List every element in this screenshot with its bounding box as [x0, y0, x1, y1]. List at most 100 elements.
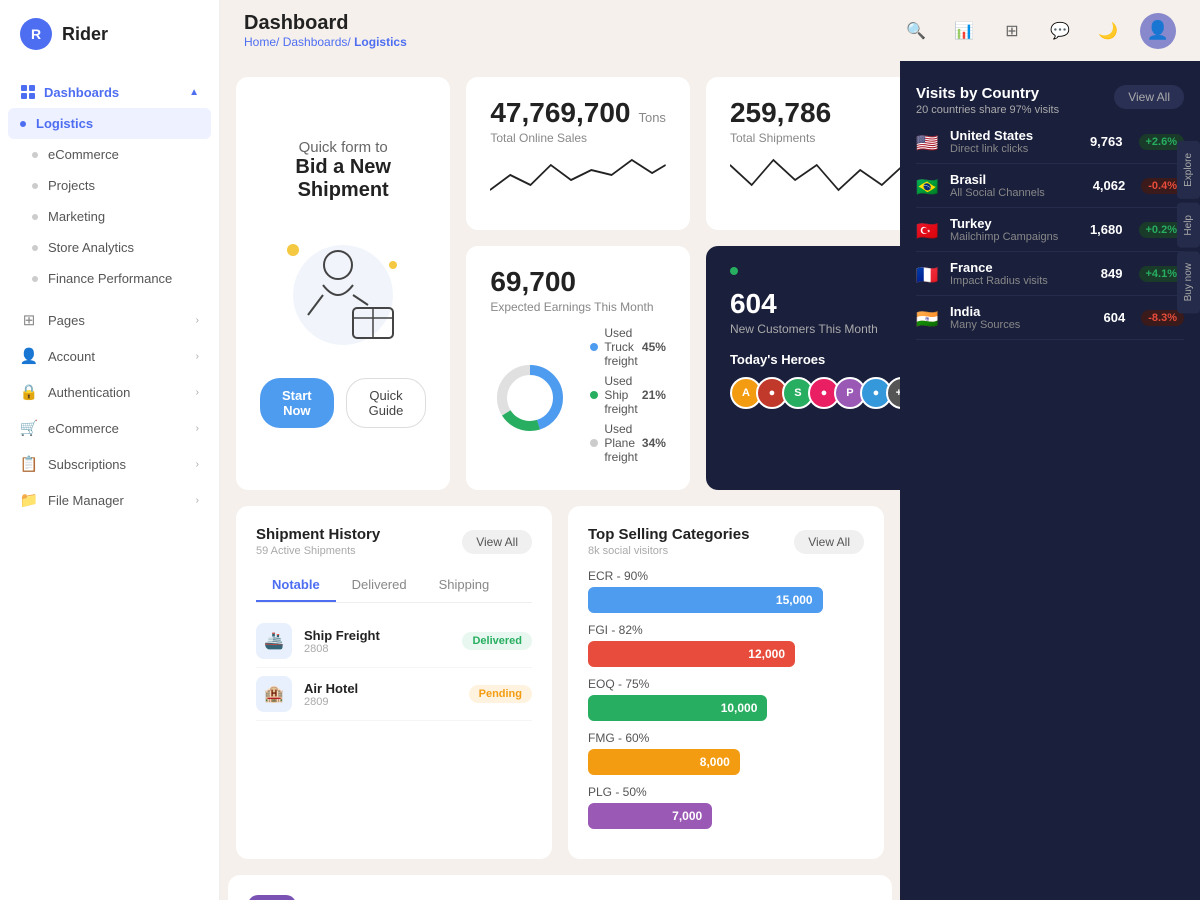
countries-subtitle: 20 countries share 97% visits	[916, 104, 1059, 116]
sidebar-item-ecommerce[interactable]: eCommerce	[0, 139, 219, 170]
countries-view-all-button[interactable]: View All	[1114, 85, 1184, 109]
dot	[32, 183, 38, 189]
theme-icon[interactable]: 🌙	[1092, 15, 1124, 47]
sales-chart	[490, 145, 666, 210]
categories-title: Top Selling Categories	[588, 526, 749, 543]
promo-buttons: Start Now Quick Guide	[260, 378, 426, 428]
countries-title: Visits by Country	[916, 85, 1059, 102]
help-tab[interactable]: Help	[1177, 203, 1200, 248]
total-shipments-card: 259,786 Total Shipments	[706, 77, 900, 230]
truck-legend: Used Truck freight 45%	[590, 326, 666, 368]
shipment-item-1: 🚢 Ship Freight 2808 Delivered	[256, 615, 532, 668]
sidebar-item-finance[interactable]: Finance Performance	[0, 263, 219, 294]
countries-title-group: Visits by Country 20 countries share 97%…	[916, 85, 1059, 116]
ecommerce-chevron: ›	[196, 423, 199, 434]
chat-icon[interactable]: 💬	[1044, 15, 1076, 47]
total-shipments-label: Total Shipments	[730, 131, 900, 145]
categories-subtitle: 8k social visitors	[588, 545, 749, 557]
total-sales-label: Total Online Sales	[490, 131, 666, 145]
fm-chevron: ›	[196, 495, 199, 506]
country-info-tr: Turkey Mailchimp Campaigns	[950, 216, 1080, 243]
categories-title-group: Top Selling Categories 8k social visitor…	[588, 526, 749, 557]
new-customers-value: 604	[730, 288, 900, 320]
categories-header: Top Selling Categories 8k social visitor…	[588, 526, 864, 557]
shipment-view-all-button[interactable]: View All	[462, 530, 532, 554]
sidebar-pages[interactable]: ⊞ Pages ›	[0, 302, 219, 338]
app-name: Rider	[62, 24, 108, 45]
tab-delivered[interactable]: Delivered	[336, 569, 423, 602]
countries-section: Visits by Country 20 countries share 97%…	[900, 69, 1200, 356]
category-row-ecr: ECR - 90% 15,000	[588, 569, 864, 613]
dashboards-chevron: ▲	[189, 87, 199, 98]
shipment-history-card: Shipment History 59 Active Shipments Vie…	[236, 506, 552, 859]
shipment-card-title: Shipment History	[256, 526, 380, 543]
new-customers-label: New Customers This Month	[730, 322, 900, 336]
sidebar-item-store-analytics[interactable]: Store Analytics	[0, 232, 219, 263]
total-shipments-value: 259,786	[730, 97, 831, 128]
category-row-plg: PLG - 50% 7,000	[588, 785, 864, 829]
truck-dot	[590, 343, 598, 351]
pages-chevron: ›	[196, 315, 199, 326]
content-wrapper: Quick form to Bid a New Shipment	[220, 61, 1200, 900]
countries-header: Visits by Country 20 countries share 97%…	[916, 85, 1184, 116]
sidebar: R Rider Dashboards ▲ Logistics eCommerce…	[0, 0, 220, 900]
ship-legend: Used Ship freight 21%	[590, 374, 666, 416]
logo-icon: R	[20, 18, 52, 50]
total-sales-unit: Tons	[638, 110, 665, 125]
quick-guide-button[interactable]: Quick Guide	[346, 378, 427, 428]
shipment-icon-1: 🚢	[256, 623, 292, 659]
top-header: Dashboard Home/ Dashboards/ Logistics 🔍 …	[220, 0, 1200, 61]
pages-icon: ⊞	[20, 311, 38, 329]
shipment-id-1: 2808	[304, 643, 450, 655]
country-item-in: 🇮🇳 India Many Sources 604 -8.3%	[916, 296, 1184, 340]
flag-br: 🇧🇷	[916, 177, 940, 195]
analytics-icon[interactable]: 📊	[948, 15, 980, 47]
promo-subtitle: Quick form to	[299, 139, 388, 156]
bar-eoq: 10,000	[588, 695, 767, 721]
sidebar-filemanager[interactable]: 📁 File Manager ›	[0, 482, 219, 518]
start-now-button[interactable]: Start Now	[260, 378, 334, 428]
country-info-fr: France Impact Radius visits	[950, 260, 1091, 287]
earnings-value: 69,700	[490, 266, 576, 297]
categories-view-all-button[interactable]: View All	[794, 530, 864, 554]
sidebar-authentication[interactable]: 🔒 Authentication ›	[0, 374, 219, 410]
tab-shipping[interactable]: Shipping	[423, 569, 506, 602]
sidebar-subscriptions[interactable]: 📋 Subscriptions ›	[0, 446, 219, 482]
bar-plg: 7,000	[588, 803, 712, 829]
explore-tab[interactable]: Explore	[1177, 141, 1200, 199]
donut-chart	[490, 358, 570, 438]
dot	[32, 245, 38, 251]
bar-ecr: 15,000	[588, 587, 823, 613]
shipment-status-1: Delivered	[462, 632, 532, 650]
sidebar-section-dashboards[interactable]: Dashboards ▲	[0, 76, 219, 108]
watermark-overlay: B Bootstrap 5	[228, 875, 892, 900]
account-icon: 👤	[20, 347, 38, 365]
heroes-avatars: A ● S ● P ● +2	[730, 377, 900, 409]
dashboard-icon	[20, 84, 36, 100]
category-row-eoq: EOQ - 75% 10,000	[588, 677, 864, 721]
flag-in: 🇮🇳	[916, 309, 940, 327]
user-avatar[interactable]: 👤	[1140, 13, 1176, 49]
search-icon[interactable]: 🔍	[900, 15, 932, 47]
dot	[32, 152, 38, 158]
auth-chevron: ›	[196, 387, 199, 398]
page-title: Dashboard	[244, 12, 407, 35]
sidebar-item-logistics[interactable]: Logistics	[8, 108, 211, 139]
grid-icon[interactable]: ⊞	[996, 15, 1028, 47]
sidebar-ecommerce2[interactable]: 🛒 eCommerce ›	[0, 410, 219, 446]
country-list: 🇺🇸 United States Direct link clicks 9,76…	[916, 120, 1184, 340]
sidebar-item-projects[interactable]: Projects	[0, 170, 219, 201]
tab-notable[interactable]: Notable	[256, 569, 336, 602]
country-item-br: 🇧🇷 Brasil All Social Channels 4,062 -0.4…	[916, 164, 1184, 208]
account-chevron: ›	[196, 351, 199, 362]
sidebar-account[interactable]: 👤 Account ›	[0, 338, 219, 374]
buy-now-tab[interactable]: Buy now	[1177, 251, 1200, 313]
shipment-item-2: 🏨 Air Hotel 2809 Pending	[256, 668, 532, 721]
promo-title: Bid a New Shipment	[260, 156, 426, 202]
sidebar-item-marketing[interactable]: Marketing	[0, 201, 219, 232]
category-row-fmg: FMG - 60% 8,000	[588, 731, 864, 775]
header-left: Dashboard Home/ Dashboards/ Logistics	[244, 12, 407, 49]
shipment-card-header: Shipment History 59 Active Shipments Vie…	[256, 526, 532, 557]
flag-tr: 🇹🇷	[916, 221, 940, 239]
promo-illustration	[263, 230, 423, 350]
